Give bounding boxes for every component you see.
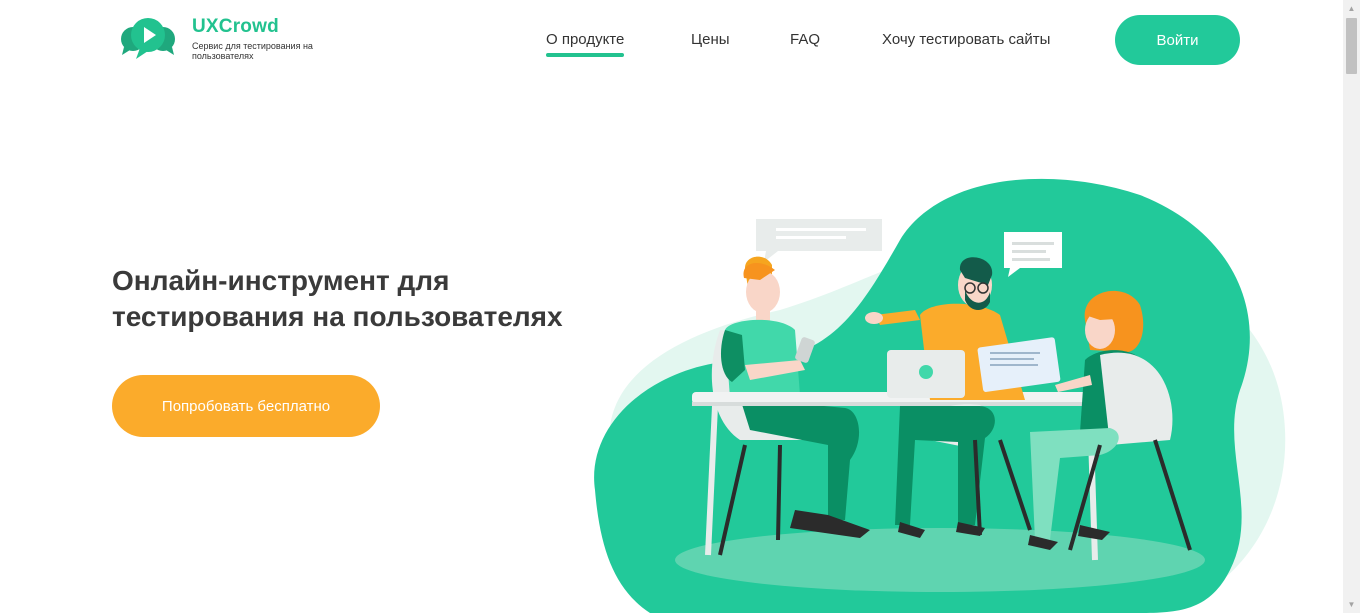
logo[interactable]: UXCrowd Сервис для тестирования на польз… — [120, 14, 320, 64]
scroll-up-icon[interactable]: ▲ — [1343, 0, 1360, 17]
scroll-thumb[interactable] — [1346, 18, 1357, 74]
nav-item-faq[interactable]: FAQ — [790, 31, 820, 48]
hero-title: Онлайн-инструмент для тестирования на по… — [112, 265, 563, 332]
people-at-table-illustration — [594, 178, 1286, 613]
nav-item-pricing[interactable]: Цены — [691, 31, 730, 48]
logo-icon — [121, 18, 175, 59]
vertical-scrollbar[interactable]: ▲ ▼ — [1343, 0, 1360, 613]
scroll-down-icon[interactable]: ▼ — [1343, 596, 1360, 613]
brand-name: UXCrowd — [192, 16, 279, 37]
nav-item-product[interactable]: О продукте — [546, 31, 625, 57]
brand-tagline: Сервис для тестирования на пользователях — [192, 41, 313, 61]
try-free-button[interactable]: Попробовать бесплатно — [112, 375, 380, 437]
landing-page: UXCrowd Сервис для тестирования на польз… — [0, 0, 1360, 613]
speech-bubble-left — [756, 219, 882, 262]
nav-item-become-tester[interactable]: Хочу тестировать сайты — [882, 31, 1050, 48]
login-button[interactable]: Войти — [1115, 15, 1240, 65]
floor-shadow — [675, 528, 1205, 592]
